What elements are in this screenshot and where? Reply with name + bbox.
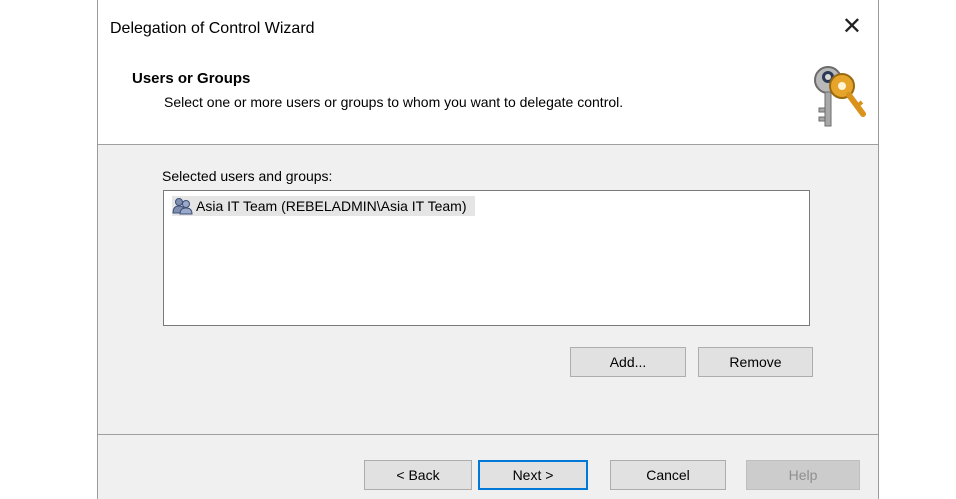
- wizard-footer: < Back Next > Cancel Help: [98, 435, 878, 499]
- list-item-label: Asia IT Team (REBELADMIN\Asia IT Team): [196, 198, 467, 214]
- window-title: Delegation of Control Wizard: [110, 20, 315, 37]
- keys-icon: [814, 66, 866, 127]
- group-icon: [172, 198, 193, 215]
- selected-users-listbox[interactable]: Asia IT Team (REBELADMIN\Asia IT Team): [163, 190, 810, 326]
- selected-users-label: Selected users and groups:: [162, 168, 333, 184]
- cancel-button[interactable]: Cancel: [610, 460, 726, 490]
- wizard-header: Users or Groups Select one or more users…: [98, 58, 878, 144]
- list-item[interactable]: Asia IT Team (REBELADMIN\Asia IT Team): [172, 196, 475, 216]
- add-button[interactable]: Add...: [570, 347, 686, 377]
- wizard-body: Selected users and groups: Asia IT Team …: [98, 145, 878, 434]
- back-button[interactable]: < Back: [364, 460, 472, 490]
- page-subtitle: Select one or more users or groups to wh…: [164, 94, 624, 110]
- title-bar: Delegation of Control Wizard ✕: [98, 0, 878, 58]
- close-icon[interactable]: ✕: [842, 14, 862, 40]
- help-button: Help: [746, 460, 860, 490]
- page-title: Users or Groups: [132, 70, 251, 87]
- delegation-wizard-dialog: Delegation of Control Wizard ✕ Users or …: [97, 0, 879, 499]
- remove-button[interactable]: Remove: [698, 347, 813, 377]
- next-button[interactable]: Next >: [478, 460, 588, 490]
